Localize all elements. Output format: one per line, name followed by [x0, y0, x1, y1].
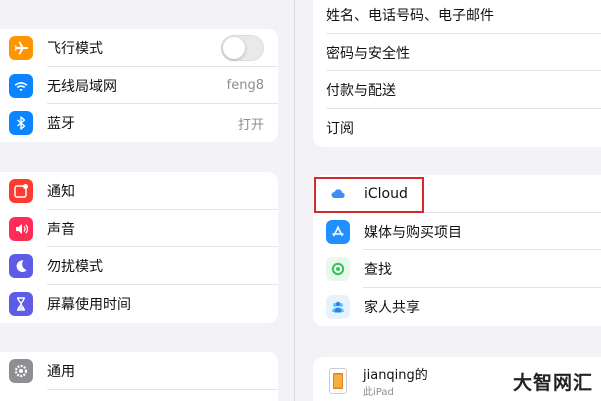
wifi-icon — [9, 73, 33, 98]
account-item-name-phone-email[interactable]: 姓名、电话号码、电子邮件 — [313, 0, 601, 34]
icloud-highlight-box — [314, 177, 424, 213]
airplane-icon — [9, 35, 33, 60]
sidebar-item-screen-time[interactable]: 屏幕使用时间 — [0, 285, 278, 323]
account-item-subscriptions[interactable]: 订阅 — [313, 109, 601, 147]
sidebar-item-label: 蓝牙 — [47, 116, 75, 133]
device-name: jianqing的 — [363, 368, 428, 383]
gear-icon — [9, 358, 33, 383]
sidebar-item-wifi[interactable]: 无线局域网 feng8 — [0, 67, 278, 105]
sidebar-item-label: 屏幕使用时间 — [47, 296, 131, 313]
settings-sidebar: 飞行模式 无线局域网 feng8 蓝牙 打开 通知 声音 勿扰模式 屏幕使用时间… — [0, 0, 295, 401]
account-item-media-purchases[interactable]: 媒体与购买项目 — [313, 213, 601, 251]
account-item-find-my[interactable]: 查找 — [313, 250, 601, 289]
sidebar-item-sounds[interactable]: 声音 — [0, 210, 278, 248]
find-my-icon — [326, 257, 350, 282]
account-item-label: 家人共享 — [364, 299, 420, 316]
apple-id-detail-pane: 姓名、电话号码、电子邮件 密码与安全性 付款与配送 订阅 iCloud 媒体与购… — [296, 0, 601, 401]
sidebar-item-notifications[interactable]: 通知 — [0, 172, 278, 210]
watermark: 大智网汇 — [512, 372, 593, 394]
account-item-label: 姓名、电话号码、电子邮件 — [326, 7, 494, 24]
device-info: jianqing的 此iPad — [363, 364, 428, 398]
toggle-knob — [223, 36, 245, 59]
airplane-mode-toggle[interactable] — [221, 34, 264, 61]
connectivity-group: 飞行模式 无线局域网 feng8 蓝牙 打开 — [0, 29, 278, 143]
account-item-family-sharing[interactable]: 家人共享 — [313, 288, 601, 326]
sidebar-item-label: 勿扰模式 — [47, 259, 103, 276]
notifications-group: 通知 声音 勿扰模式 屏幕使用时间 — [0, 172, 278, 323]
device-model: 此iPad — [363, 387, 394, 398]
account-item-label: 付款与配送 — [326, 83, 396, 100]
ipad-icon — [329, 368, 347, 394]
sidebar-item-label: 通用 — [47, 363, 75, 380]
hourglass-icon — [9, 291, 33, 316]
sidebar-item-airplane-mode[interactable]: 飞行模式 — [0, 29, 278, 67]
account-item-label: 查找 — [364, 262, 392, 279]
general-group: 通用 — [0, 352, 278, 401]
account-info-group: 姓名、电话号码、电子邮件 密码与安全性 付款与配送 订阅 — [313, 0, 601, 147]
bluetooth-status: 打开 — [237, 117, 264, 133]
row-separator — [47, 388, 278, 390]
sound-icon — [9, 216, 33, 241]
account-item-label: 密码与安全性 — [326, 45, 410, 62]
bluetooth-icon — [9, 111, 33, 136]
account-item-payment-shipping[interactable]: 付款与配送 — [313, 71, 601, 110]
notification-icon — [9, 178, 33, 203]
sidebar-item-do-not-disturb[interactable]: 勿扰模式 — [0, 247, 278, 286]
sidebar-item-label: 声音 — [47, 221, 75, 238]
sidebar-item-label: 无线局域网 — [47, 78, 117, 95]
sidebar-item-label: 飞行模式 — [47, 40, 103, 57]
account-item-label: 订阅 — [326, 120, 354, 137]
account-item-password-security[interactable]: 密码与安全性 — [313, 34, 601, 72]
account-item-label: 媒体与购买项目 — [364, 224, 462, 241]
moon-icon — [9, 254, 33, 279]
family-sharing-icon — [326, 294, 350, 319]
wifi-network-name: feng8 — [226, 78, 264, 94]
sidebar-item-label: 通知 — [47, 183, 75, 200]
app-store-icon — [326, 219, 350, 244]
sidebar-item-bluetooth[interactable]: 蓝牙 打开 — [0, 104, 278, 142]
sidebar-item-general[interactable]: 通用 — [0, 352, 278, 390]
